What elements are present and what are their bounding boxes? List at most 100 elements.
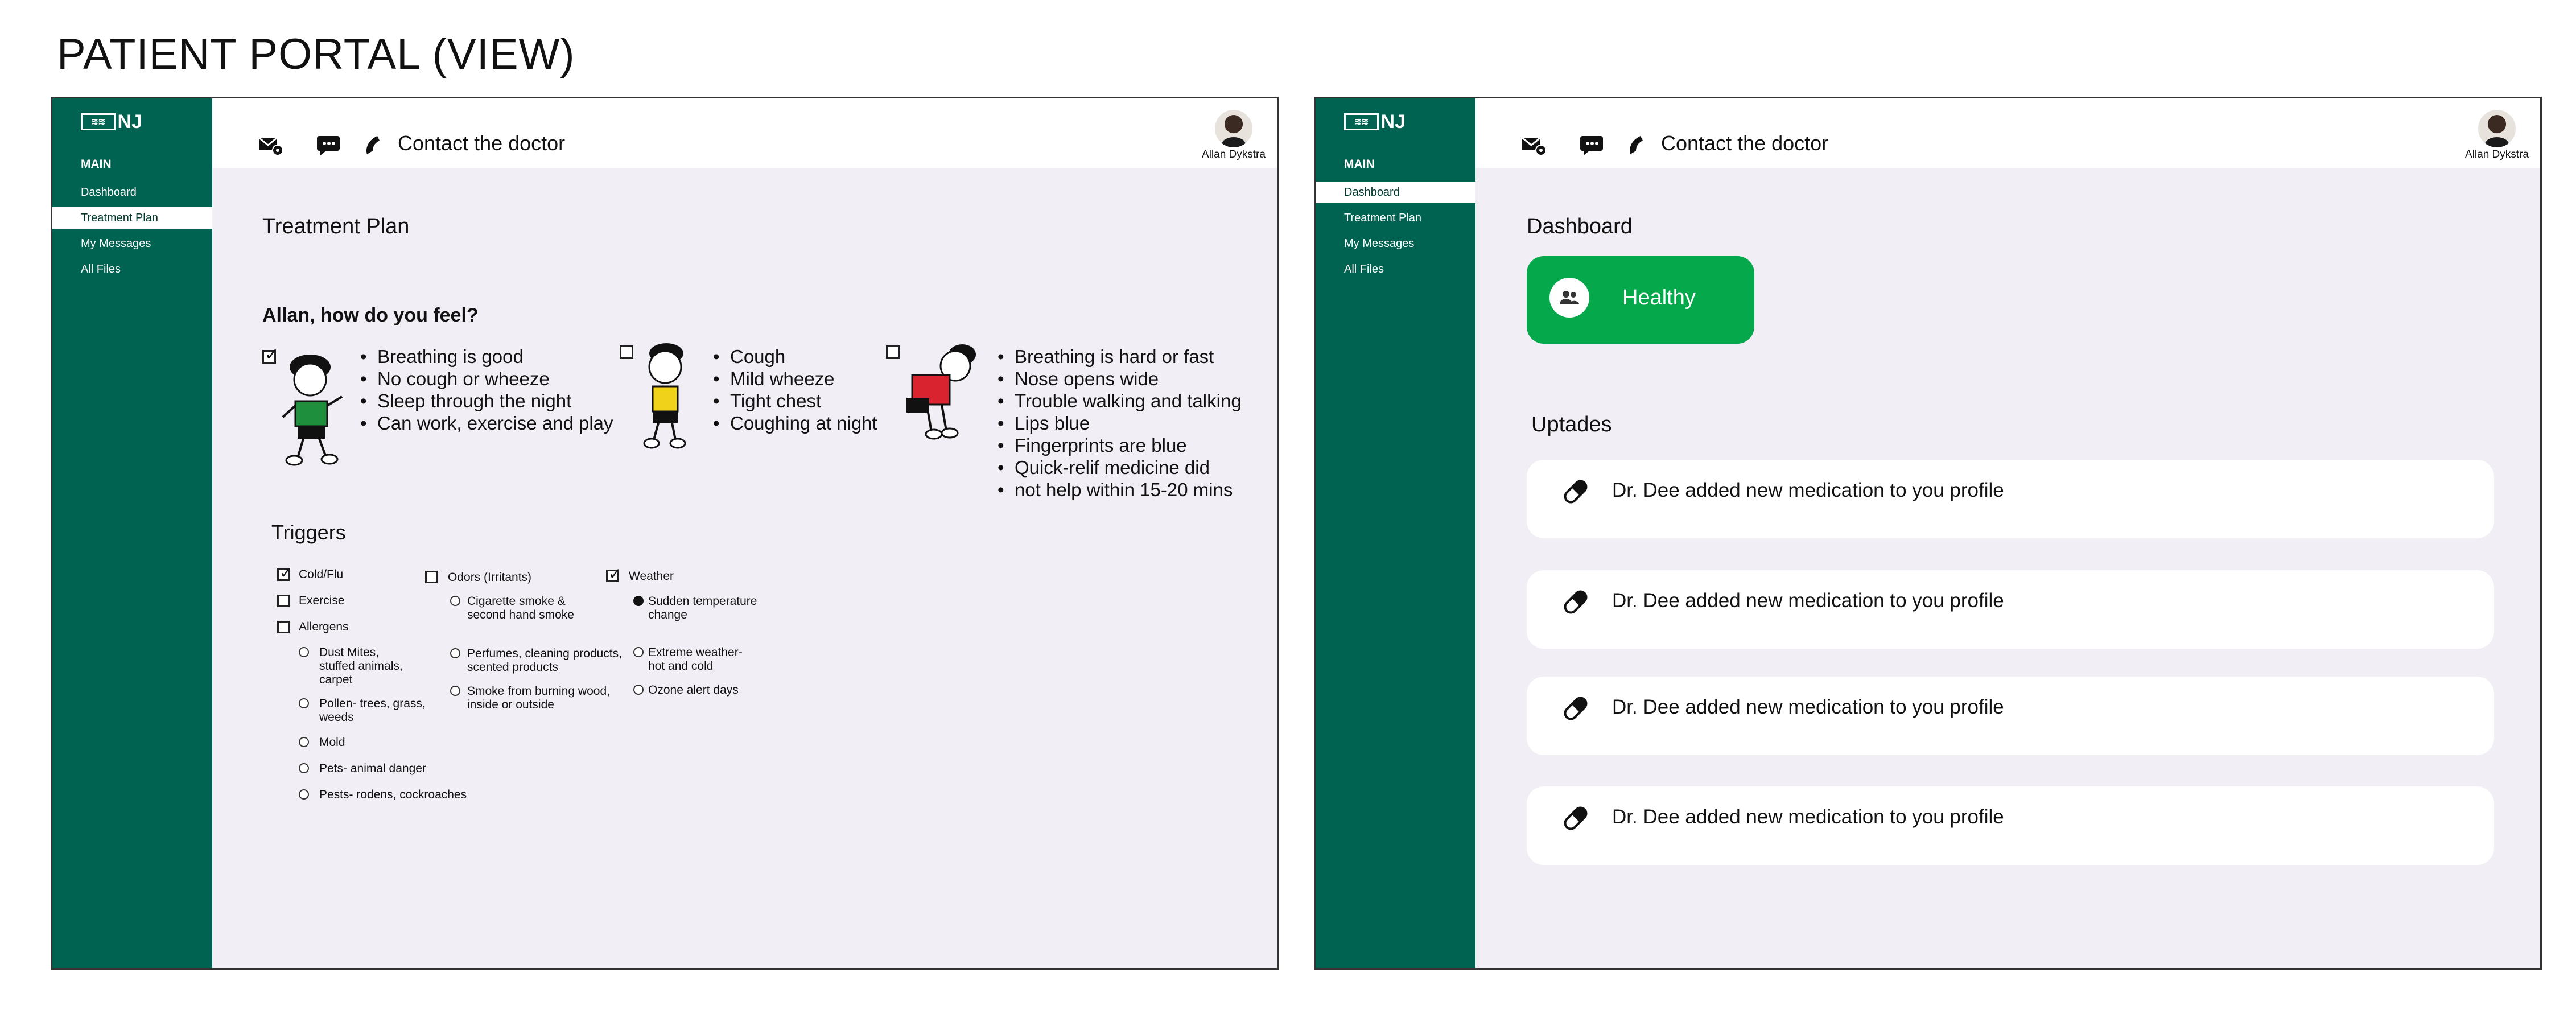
user-profile[interactable]: Allan Dykstra	[1197, 110, 1271, 161]
update-text: Dr. Dee added new medication to you prof…	[1612, 806, 2004, 828]
weather-extreme-radio[interactable]	[633, 647, 644, 657]
update-card[interactable]: Dr. Dee added new medication to you prof…	[1527, 460, 2494, 538]
top-bar: Contact the doctor Allan Dykstra	[1475, 98, 2540, 168]
green-zone-figure	[282, 355, 343, 466]
trigger-exercise-label: Exercise	[299, 594, 345, 607]
sidebar-item-all-files[interactable]: All Files	[52, 258, 212, 280]
phone-icon[interactable]	[361, 134, 388, 156]
pill-icon	[1564, 590, 1588, 614]
zone-yellow-checkbox[interactable]	[620, 345, 633, 359]
list-item: Can work, exercise and play	[360, 412, 613, 434]
trigger-odors-checkbox[interactable]	[425, 571, 438, 583]
zone-yellow-symptoms: Cough Mild wheeze Tight chest Coughing a…	[713, 345, 877, 434]
allergen-dust-mites-label: Dust Mites, stuffed animals, carpet	[319, 646, 403, 686]
weather-ozone-radio[interactable]	[633, 685, 644, 695]
allergen-pollen-label: Pollen- trees, grass, weeds	[319, 697, 426, 724]
zone-green-checkbox[interactable]	[262, 345, 279, 365]
dashboard-screen: ≋≋ NJ MAIN Dashboard Treatment Plan My M…	[1314, 97, 2542, 970]
zone-red-checkbox[interactable]	[886, 345, 900, 359]
weather-ozone-label: Ozone alert days	[648, 683, 739, 697]
user-name: Allan Dykstra	[1202, 149, 1266, 160]
page-heading: Dashboard	[1527, 215, 1633, 238]
red-zone-figure	[906, 344, 976, 440]
health-status-label: Healthy	[1622, 286, 1696, 310]
allergen-pests-radio[interactable]	[299, 789, 309, 800]
feeling-question: Allan, how do you feel?	[262, 304, 479, 326]
weather-extreme-label: Extreme weather-hot and cold	[648, 646, 743, 673]
allergen-mold-label: Mold	[319, 736, 345, 749]
allergen-dust-mites-radio[interactable]	[299, 647, 309, 657]
health-status-card[interactable]: Healthy	[1527, 256, 1754, 344]
sidebar-nav: Dashboard Treatment Plan My Messages All…	[1316, 182, 1475, 284]
chat-bubble-icon[interactable]	[316, 134, 342, 156]
trigger-allergens-checkbox[interactable]	[277, 621, 290, 633]
avatar	[2478, 110, 2516, 147]
trigger-weather-label: Weather	[629, 570, 674, 583]
sidebar-item-my-messages[interactable]: My Messages	[1316, 233, 1475, 254]
logo[interactable]: ≋≋ NJ	[81, 112, 142, 131]
list-item: Breathing is hard or fast	[998, 345, 1242, 368]
allergen-pests-label: Pests- rodens, cockroaches	[319, 788, 467, 801]
top-bar: Contact the doctor Allan Dykstra	[212, 98, 1277, 168]
update-card[interactable]: Dr. Dee added new medication to you prof…	[1527, 786, 2494, 865]
update-text: Dr. Dee added new medication to you prof…	[1612, 590, 2004, 612]
pill-icon	[1564, 480, 1588, 504]
sidebar-item-my-messages[interactable]: My Messages	[52, 233, 212, 254]
sidebar-item-dashboard[interactable]: Dashboard	[52, 182, 212, 203]
list-item: not help within 15-20 mins	[998, 479, 1242, 501]
page-title: PATIENT PORTAL (VIEW)	[57, 30, 575, 79]
list-item: Quick-relif medicine did	[998, 456, 1242, 479]
trigger-exercise-checkbox[interactable]	[277, 595, 290, 607]
mail-settings-icon[interactable]	[1521, 134, 1547, 156]
list-item: Cough	[713, 345, 877, 368]
user-name: Allan Dykstra	[2465, 149, 2529, 160]
allergen-pets-label: Pets- animal danger	[319, 762, 426, 775]
sidebar-item-treatment-plan[interactable]: Treatment Plan	[52, 207, 212, 229]
allergen-pets-radio[interactable]	[299, 763, 309, 773]
sidebar: ≋≋ NJ MAIN Dashboard Treatment Plan My M…	[1316, 98, 1475, 968]
phone-icon[interactable]	[1625, 134, 1651, 156]
list-item: Fingerprints are blue	[998, 434, 1242, 456]
contact-doctor-label[interactable]: Contact the doctor	[1661, 131, 1828, 155]
allergen-pollen-radio[interactable]	[299, 698, 309, 708]
logo-mark: ≋≋	[81, 113, 116, 130]
logo[interactable]: ≋≋ NJ	[1344, 112, 1406, 131]
chat-bubble-icon[interactable]	[1579, 134, 1605, 156]
list-item: Trouble walking and talking	[998, 390, 1242, 412]
sidebar-item-all-files[interactable]: All Files	[1316, 258, 1475, 280]
logo-mark: ≋≋	[1344, 113, 1379, 130]
odor-perfumes-radio[interactable]	[450, 648, 460, 658]
contact-doctor-label[interactable]: Contact the doctor	[398, 131, 565, 155]
list-item: Lips blue	[998, 412, 1242, 434]
sidebar-item-treatment-plan[interactable]: Treatment Plan	[1316, 207, 1475, 229]
people-icon	[1549, 278, 1589, 318]
yellow-zone-figure	[643, 343, 686, 449]
odor-cigarette-radio[interactable]	[450, 596, 460, 606]
sidebar-section-label: MAIN	[81, 158, 112, 171]
odor-cigarette-label: Cigarette smoke & second hand smoke	[467, 595, 574, 621]
odor-wood-smoke-radio[interactable]	[450, 686, 460, 696]
sidebar: ≋≋ NJ MAIN Dashboard Treatment Plan My M…	[52, 98, 212, 968]
trigger-cold-flu-checkbox[interactable]	[277, 563, 292, 582]
list-item: Breathing is good	[360, 345, 613, 368]
trigger-weather-checkbox[interactable]	[606, 564, 621, 583]
sidebar-item-dashboard[interactable]: Dashboard	[1316, 182, 1475, 203]
pill-icon	[1564, 697, 1588, 720]
main-content: Treatment Plan Allan, how do you feel? B…	[212, 168, 1277, 968]
user-profile[interactable]: Allan Dykstra	[2460, 110, 2534, 161]
allergen-mold-radio[interactable]	[299, 737, 309, 747]
list-item: Sleep through the night	[360, 390, 613, 412]
update-card[interactable]: Dr. Dee added new medication to you prof…	[1527, 570, 2494, 649]
odor-perfumes-label: Perfumes, cleaning products, scented prod…	[467, 647, 622, 674]
zone-green-symptoms: Breathing is good No cough or wheeze Sle…	[360, 345, 613, 434]
update-card[interactable]: Dr. Dee added new medication to you prof…	[1527, 677, 2494, 755]
list-item: Nose opens wide	[998, 368, 1242, 390]
avatar	[1215, 110, 1252, 147]
main-content: Dashboard Healthy Uptades Dr. Dee added …	[1475, 168, 2540, 968]
trigger-odors-label: Odors (Irritants)	[448, 571, 532, 584]
weather-sudden-change-radio[interactable]	[633, 596, 644, 606]
updates-title: Uptades	[1531, 413, 1612, 436]
mail-settings-icon[interactable]	[258, 134, 284, 156]
update-text: Dr. Dee added new medication to you prof…	[1612, 479, 2004, 501]
weather-sudden-change-label: Sudden temperature change	[648, 595, 757, 621]
